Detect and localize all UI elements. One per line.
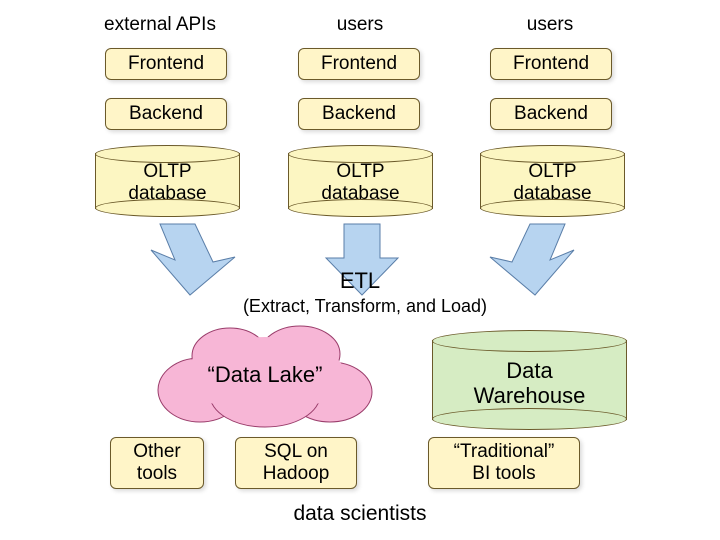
cyl-oltp-0-label: OLTPdatabase [95,161,240,205]
box-frontend-1: Frontend [298,48,420,80]
cyl-oltp-1: OLTPdatabase [288,145,433,217]
cyl-oltp-1-label: OLTPdatabase [288,161,433,205]
box-frontend-2-label: Frontend [513,53,589,75]
box-frontend-2: Frontend [490,48,612,80]
box-bi-tools-label: “Traditional”BI tools [454,441,555,485]
cyl-oltp-2-label: OLTPdatabase [480,161,625,205]
box-sql-hadoop-label: SQL onHadoop [263,441,330,485]
cyl-data-warehouse-label: DataWarehouse [432,358,627,409]
arrow-right [470,222,590,303]
footer-label: data scientists [260,502,460,526]
header-external-apis: external APIs [80,14,240,36]
box-bi-tools: “Traditional”BI tools [428,437,580,489]
box-backend-2: Backend [490,98,612,130]
box-other-tools: Othertools [110,437,204,489]
box-frontend-1-label: Frontend [321,53,397,75]
box-other-tools-label: Othertools [133,441,181,485]
box-sql-hadoop: SQL onHadoop [235,437,357,489]
cyl-oltp-0: OLTPdatabase [95,145,240,217]
box-backend-2-label: Backend [514,103,588,125]
etl-subtitle: (Extract, Transform, and Load) [210,296,520,317]
cyl-data-warehouse: DataWarehouse [432,330,627,430]
header-users-2: users [470,14,630,36]
cloud-data-lake-label: “Data Lake” [208,362,323,388]
box-backend-1: Backend [298,98,420,130]
box-frontend-0: Frontend [105,48,227,80]
cloud-data-lake: “Data Lake” [150,320,380,430]
header-users-1: users [280,14,440,36]
box-frontend-0-label: Frontend [128,53,204,75]
cyl-oltp-2: OLTPdatabase [480,145,625,217]
etl-title: ETL [300,268,420,294]
arrow-left [135,222,255,303]
box-backend-0: Backend [105,98,227,130]
box-backend-0-label: Backend [129,103,203,125]
box-backend-1-label: Backend [322,103,396,125]
